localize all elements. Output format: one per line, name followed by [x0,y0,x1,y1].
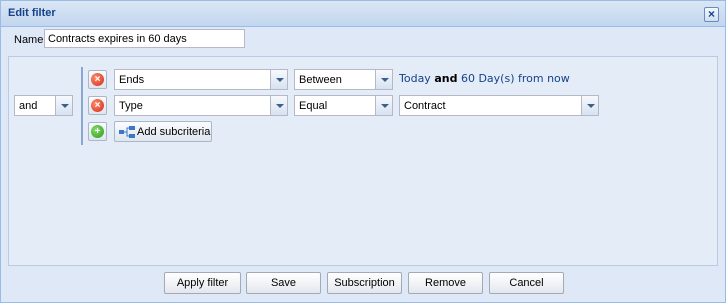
add-subcriteria-button[interactable]: Add subcriteria [114,121,212,142]
edit-filter-dialog: Edit filter × Name: and × Ends Between T… [0,0,726,303]
remove-icon: × [91,99,104,112]
criterion-operator-value: Between [299,74,342,86]
logic-operator-value: and [19,100,38,112]
add-subcriteria-label: Add subcriteria [137,126,211,138]
chevron-down-icon[interactable] [55,96,72,115]
criterion-operator-value: Equal [299,100,328,112]
chevron-down-icon[interactable] [270,70,287,89]
save-button[interactable]: Save [246,272,321,294]
criteria-group-bar [81,67,83,145]
range-end[interactable]: 60 Day(s) from now [461,72,570,85]
logic-operator-select[interactable]: and [14,95,73,116]
criterion-field-value: Ends [119,74,145,86]
criterion-operator-select[interactable]: Equal [294,95,393,116]
chevron-down-icon[interactable] [581,96,598,115]
remove-criterion-button[interactable]: × [88,96,107,115]
add-criterion-button[interactable]: + [88,122,107,141]
dialog-titlebar[interactable]: Edit filter × [1,1,725,27]
criterion-value-select[interactable]: Contract [399,95,599,116]
subcriteria-icon [119,126,135,138]
remove-criterion-button[interactable]: × [88,70,107,89]
criterion-field-value: Type [119,100,143,112]
criterion-value: Contract [404,100,446,112]
name-input[interactable] [44,29,245,48]
range-start[interactable]: Today [399,72,431,85]
chevron-down-icon[interactable] [375,96,392,115]
close-icon[interactable]: × [704,7,719,22]
criterion-operator-select[interactable]: Between [294,69,393,90]
remove-button[interactable]: Remove [408,272,483,294]
criterion-field-select[interactable]: Type [114,95,288,116]
cancel-button[interactable]: Cancel [489,272,564,294]
chevron-down-icon[interactable] [270,96,287,115]
criterion-range-value[interactable]: Today and 60 Day(s) from now [399,72,570,85]
name-label: Name: [14,34,47,46]
chevron-down-icon[interactable] [375,70,392,89]
add-icon: + [91,125,104,138]
dialog-title: Edit filter [8,7,56,19]
subscription-button[interactable]: Subscription [327,272,402,294]
range-joiner: and [434,72,458,85]
remove-icon: × [91,73,104,86]
criterion-field-select[interactable]: Ends [114,69,288,90]
apply-filter-button[interactable]: Apply filter [164,272,241,294]
